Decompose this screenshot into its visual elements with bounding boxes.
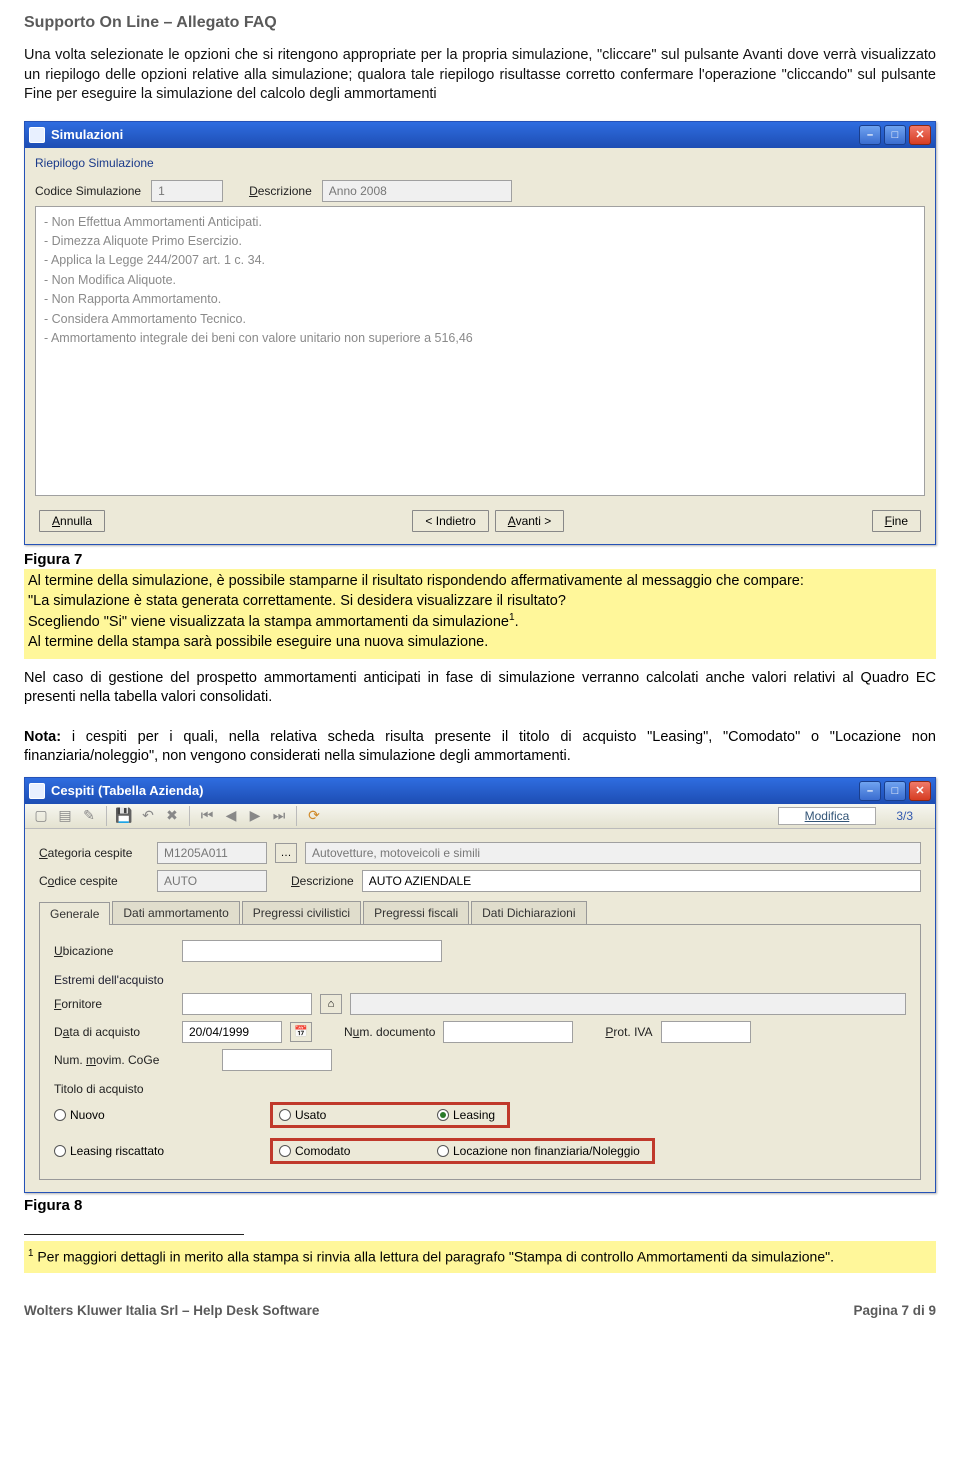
prot-input[interactable] [661, 1021, 751, 1043]
hl-line1: Al termine della simulazione, è possibil… [28, 573, 804, 589]
prev-icon[interactable]: ◀ [221, 806, 241, 826]
annulla-button[interactable]: Annulla [39, 510, 105, 532]
radio-comodato[interactable]: Comodato [279, 1144, 419, 1158]
save-icon[interactable]: 💾 [114, 806, 134, 826]
new-icon[interactable]: ▢ [31, 806, 51, 826]
titolo-label: Titolo di acquisto [54, 1082, 214, 1096]
lookup-button[interactable]: … [275, 843, 297, 863]
maximize-button[interactable]: □ [884, 781, 906, 801]
tabpanel-generale: Ubicazione Estremi dell'acquisto Fornito… [39, 924, 921, 1180]
open-icon[interactable]: ▤ [55, 806, 75, 826]
delete-icon[interactable]: ✖ [162, 806, 182, 826]
fornitore-lookup-button[interactable]: ⌂ [320, 994, 342, 1014]
highlight-box-bottom: Comodato Locazione non finanziaria/Noleg… [270, 1138, 655, 1164]
tab-generale[interactable]: Generale [39, 902, 110, 925]
result-highlight-box: Al termine della simulazione, è possibil… [24, 569, 936, 659]
categoria-code-input[interactable] [157, 842, 267, 864]
last-icon[interactable]: ⏭ [269, 806, 289, 826]
riepilogo-memo: - Non Effettua Ammortamenti Anticipati. … [35, 206, 925, 496]
figure8-label: Figura 8 [24, 1193, 936, 1216]
radio-locazione[interactable]: Locazione non finanziaria/Noleggio [437, 1144, 640, 1158]
numdoc-label: Num. documento [344, 1025, 435, 1039]
tab-dati-dichiarazioni[interactable]: Dati Dichiarazioni [471, 901, 586, 924]
codice-cespite-input[interactable] [157, 870, 267, 892]
highlight-box-top: Usato Leasing [270, 1102, 510, 1128]
categoria-label: Categoria cespite [39, 846, 149, 860]
intro-paragraph: Una volta selezionate le opzioni che si … [24, 42, 936, 121]
next-icon[interactable]: ▶ [245, 806, 265, 826]
minimize-button[interactable]: – [859, 781, 881, 801]
window-simulazioni: Simulazioni – □ ✕ Riepilogo Simulazione … [24, 121, 936, 545]
toolbar: ▢ ▤ ✎ 💾 ↶ ✖ ⏮ ◀ ▶ ⏭ ⟳ Modifica 3/3 [25, 804, 935, 829]
coge-input[interactable] [222, 1049, 332, 1071]
figure7-label: Figura 7 [24, 543, 82, 570]
app-icon [29, 127, 45, 143]
nota-text: i cespiti per i quali, nella relativa sc… [24, 729, 936, 765]
hl-line2: "La simulazione è stata generata corrett… [28, 593, 566, 609]
undo-icon[interactable]: ↶ [138, 806, 158, 826]
fornitore-label: Fornitore [54, 997, 174, 1011]
data-acquisto-input[interactable] [182, 1021, 282, 1043]
prot-label: Prot. IVA [605, 1025, 652, 1039]
avanti-button[interactable]: Avanti > [495, 510, 565, 532]
record-counter: 3/3 [880, 809, 929, 823]
footnote-separator [24, 1234, 244, 1235]
minimize-button[interactable]: – [859, 125, 881, 145]
ubicazione-input[interactable] [182, 940, 442, 962]
data-acquisto-label: Data di acquisto [54, 1025, 174, 1039]
numdoc-input[interactable] [443, 1021, 573, 1043]
fine-button[interactable]: Fine [872, 510, 921, 532]
footer-right: Pagina 7 di 9 [853, 1303, 936, 1318]
maximize-button[interactable]: □ [884, 125, 906, 145]
categoria-descr-input [305, 842, 921, 864]
app-icon [29, 783, 45, 799]
radio-leasing[interactable]: Leasing [437, 1108, 495, 1122]
descrizione-label: Descrizione [291, 874, 354, 888]
window-title: Cespiti (Tabella Azienda) [51, 783, 859, 798]
page-header: Supporto On Line – Allegato FAQ [24, 10, 936, 42]
descr-input[interactable] [322, 180, 512, 202]
fornitore-descr [350, 993, 906, 1015]
codice-label: Codice Simulazione [35, 184, 141, 198]
tab-pregressi-fiscali[interactable]: Pregressi fiscali [363, 901, 469, 924]
titlebar-cespiti[interactable]: Cespiti (Tabella Azienda) – □ ✕ [25, 778, 935, 804]
tab-dati-ammortamento[interactable]: Dati ammortamento [112, 901, 239, 924]
footnote-text: Per maggiori dettagli in merito alla sta… [33, 1249, 834, 1265]
estremi-label: Estremi dell'acquisto [54, 973, 214, 987]
nota-label: Nota: [24, 729, 61, 745]
refresh-icon[interactable]: ⟳ [304, 806, 324, 826]
fornitore-input[interactable] [182, 993, 312, 1015]
radio-leasing-riscattato[interactable]: Leasing riscattato [54, 1144, 270, 1158]
indietro-button[interactable]: < Indietro [412, 510, 488, 532]
radio-nuovo[interactable]: Nuovo [54, 1108, 270, 1122]
coge-label: Num. movim. CoGe [54, 1053, 214, 1067]
descrizione-input[interactable] [362, 870, 921, 892]
ubicazione-label: Ubicazione [54, 944, 174, 958]
close-button[interactable]: ✕ [909, 781, 931, 801]
footnote-box: 1 Per maggiori dettagli in merito alla s… [24, 1241, 936, 1273]
titlebar-simulazioni[interactable]: Simulazioni – □ ✕ [25, 122, 935, 148]
hl-line4: Al termine della stampa sarà possibile e… [28, 634, 488, 650]
edit-icon[interactable]: ✎ [79, 806, 99, 826]
subtitle: Riepilogo Simulazione [35, 154, 925, 176]
calendar-button[interactable]: 📅 [290, 1022, 312, 1042]
first-icon[interactable]: ⏮ [197, 806, 217, 826]
window-title: Simulazioni [51, 127, 859, 142]
hl-line3: Scegliendo "Si" viene visualizzata la st… [28, 614, 519, 630]
modifica-button[interactable]: Modifica [778, 807, 877, 825]
descr-label: Descrizione [249, 184, 312, 198]
nota-paragraph: Nota: i cespiti per i quali, nella relat… [24, 718, 936, 777]
close-button[interactable]: ✕ [909, 125, 931, 145]
codice-cespite-label: Codice cespite [39, 874, 149, 888]
radio-usato[interactable]: Usato [279, 1108, 419, 1122]
tab-pregressi-civilistici[interactable]: Pregressi civilistici [242, 901, 361, 924]
window-cespiti: Cespiti (Tabella Azienda) – □ ✕ ▢ ▤ ✎ 💾 … [24, 777, 936, 1193]
codice-input[interactable] [151, 180, 223, 202]
footer-left: Wolters Kluwer Italia Srl – Help Desk So… [24, 1303, 319, 1318]
tabs: Generale Dati ammortamento Pregressi civ… [39, 901, 921, 924]
after-paragraph: Nel caso di gestione del prospetto ammor… [24, 659, 936, 718]
